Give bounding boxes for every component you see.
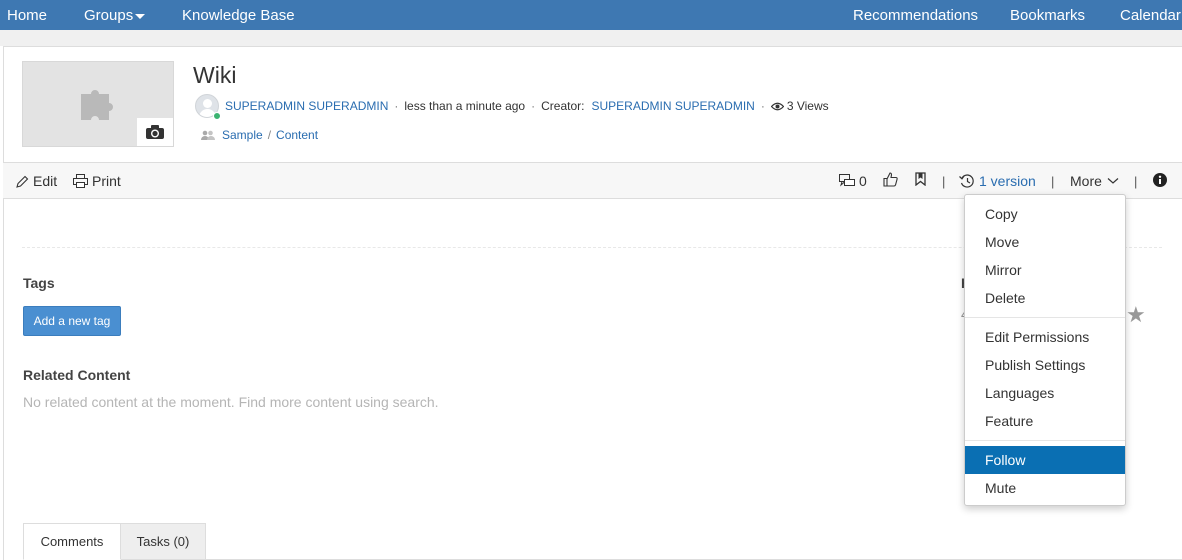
- nav-spacer: [0, 30, 1182, 46]
- print-label: Print: [92, 173, 121, 189]
- star-icon[interactable]: ★: [1126, 302, 1146, 328]
- top-navbar: Home Groups Knowledge Base Recommendatio…: [0, 0, 1182, 30]
- nav-groups[interactable]: Groups: [84, 7, 146, 24]
- breadcrumb-content[interactable]: Content: [276, 128, 318, 142]
- eye-icon: [770, 102, 784, 110]
- online-status-dot: [213, 112, 221, 120]
- edit-label: Edit: [33, 173, 58, 189]
- menu-item-mute[interactable]: Mute: [965, 474, 1125, 502]
- menu-separator: [965, 440, 1125, 441]
- tags-heading: Tags: [23, 275, 55, 291]
- more-label: More: [1070, 173, 1102, 189]
- nav-recommendations[interactable]: Recommendations: [853, 7, 978, 24]
- comments-icon: [839, 174, 855, 187]
- nav-calendar[interactable]: Calendar: [1120, 7, 1181, 24]
- author-link[interactable]: SUPERADMIN SUPERADMIN: [225, 99, 388, 113]
- menu-item-delete[interactable]: Delete: [965, 284, 1125, 312]
- nav-bookmarks[interactable]: Bookmarks: [1010, 7, 1085, 24]
- meta-separator: ·: [760, 99, 765, 113]
- breadcrumb: Sample / Content: [201, 128, 318, 142]
- toolbar-separator: |: [1051, 174, 1055, 189]
- menu-item-copy[interactable]: Copy: [965, 200, 1125, 228]
- bookmark-icon: [915, 172, 926, 186]
- menu-item-edit-permissions[interactable]: Edit Permissions: [965, 323, 1125, 351]
- edit-button[interactable]: Edit: [16, 173, 57, 189]
- menu-item-mirror[interactable]: Mirror: [965, 256, 1125, 284]
- menu-item-languages[interactable]: Languages: [965, 379, 1125, 407]
- more-dropdown-menu: Copy Move Mirror Delete Edit Permissions…: [964, 194, 1126, 506]
- menu-separator: [965, 317, 1125, 318]
- nav-groups-label: Groups: [84, 7, 134, 24]
- related-content-heading: Related Content: [23, 367, 131, 383]
- content-thumbnail: [22, 61, 174, 147]
- toolbar-separator: |: [1134, 174, 1138, 189]
- tab-comments[interactable]: Comments: [23, 523, 121, 560]
- thumbs-up-icon: [883, 172, 898, 187]
- add-tag-button[interactable]: Add a new tag: [23, 306, 121, 336]
- puzzle-icon: [81, 90, 113, 120]
- page-title: Wiki: [193, 62, 237, 88]
- info-button[interactable]: [1153, 173, 1171, 187]
- group-icon: [201, 130, 215, 140]
- breadcrumb-sample[interactable]: Sample: [222, 128, 263, 142]
- content-meta: SUPERADMIN SUPERADMIN · less than a minu…: [195, 94, 829, 118]
- history-icon: [959, 173, 974, 188]
- chevron-down-icon: [135, 13, 146, 19]
- version-history-button[interactable]: 1 version: [959, 173, 1036, 189]
- meta-separator: ·: [531, 99, 536, 113]
- menu-item-move[interactable]: Move: [965, 228, 1125, 256]
- menu-item-follow[interactable]: Follow: [965, 446, 1125, 474]
- breadcrumb-separator: /: [267, 128, 272, 142]
- menu-item-feature[interactable]: Feature: [965, 407, 1125, 435]
- like-button[interactable]: [883, 172, 902, 187]
- change-image-button[interactable]: [137, 118, 173, 146]
- printer-icon: [73, 174, 88, 188]
- creator-link[interactable]: SUPERADMIN SUPERADMIN: [591, 99, 754, 113]
- bookmark-button[interactable]: [915, 172, 930, 186]
- toolbar-separator: |: [942, 174, 946, 189]
- menu-item-publish-settings[interactable]: Publish Settings: [965, 351, 1125, 379]
- pencil-icon: [16, 175, 29, 188]
- comments-button[interactable]: 0: [839, 173, 867, 189]
- nav-home[interactable]: Home: [7, 7, 47, 24]
- print-button[interactable]: Print: [73, 173, 121, 189]
- tab-bar: Comments Tasks (0): [23, 523, 206, 560]
- related-content-empty: No related content at the moment. Find m…: [23, 394, 439, 410]
- views-count: 3 Views: [786, 99, 829, 113]
- version-label: 1 version: [979, 173, 1036, 189]
- timestamp: less than a minute ago: [404, 99, 526, 113]
- camera-icon: [146, 125, 164, 139]
- chevron-down-icon: [1107, 178, 1119, 184]
- meta-separator: ·: [394, 99, 399, 113]
- info-icon: [1153, 173, 1167, 187]
- tab-tasks[interactable]: Tasks (0): [121, 523, 206, 560]
- creator-label: Creator:: [541, 99, 585, 113]
- comments-count: 0: [859, 173, 867, 189]
- nav-knowledge-base[interactable]: Knowledge Base: [182, 7, 295, 24]
- more-button[interactable]: More: [1070, 173, 1119, 189]
